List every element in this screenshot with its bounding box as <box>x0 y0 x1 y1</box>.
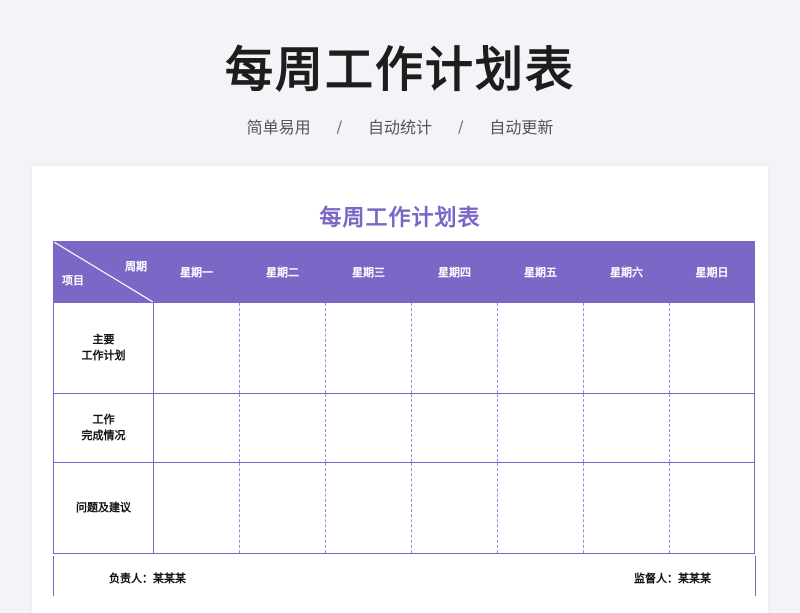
day-header: 星期日 <box>669 241 755 303</box>
signature-footer: 负责人：某某某 监督人：某某某 <box>53 556 756 596</box>
responsible-person: 负责人：某某某 <box>109 572 186 585</box>
day-header: 星期五 <box>497 241 584 303</box>
row-label-line: 问题及建议 <box>76 501 131 514</box>
issues-cell[interactable] <box>583 462 670 554</box>
plan-cell[interactable] <box>669 302 755 394</box>
tag-auto-update: 自动更新 <box>489 118 554 137</box>
day-header: 星期四 <box>411 241 498 303</box>
completion-cell[interactable] <box>153 393 240 463</box>
row-label-line: 工作 <box>92 413 115 426</box>
issues-cell[interactable] <box>411 462 498 554</box>
plan-cell[interactable] <box>153 302 240 394</box>
row-label-line: 工作计划 <box>81 349 126 362</box>
row-label-completion: 工作 完成情况 <box>53 393 154 463</box>
tag-auto-stats: 自动统计 <box>367 118 432 137</box>
table-row: 问题及建议 <box>53 462 755 554</box>
issues-cell[interactable] <box>239 462 326 554</box>
table-row: 工作 完成情况 <box>53 393 755 463</box>
plan-cell[interactable] <box>583 302 670 394</box>
plan-cell[interactable] <box>497 302 584 394</box>
sheet-title: 每周工作计划表 <box>319 206 481 231</box>
row-label-issues: 问题及建议 <box>53 462 154 554</box>
supervisor: 监督人：某某某 <box>634 572 711 585</box>
page-title: 每周工作计划表 <box>224 42 575 98</box>
table-row: 主要 工作计划 <box>53 302 755 394</box>
completion-cell[interactable] <box>497 393 584 463</box>
day-header: 星期二 <box>239 241 326 303</box>
tag-easy: 简单易用 <box>246 118 311 137</box>
issues-cell[interactable] <box>325 462 412 554</box>
tagline: 简单易用 / 自动统计 / 自动更新 <box>0 114 800 138</box>
tag-separator: / <box>336 116 342 136</box>
day-header: 星期六 <box>583 241 670 303</box>
plan-cell[interactable] <box>239 302 326 394</box>
issues-cell[interactable] <box>497 462 584 554</box>
row-label-line: 主要 <box>92 333 115 346</box>
corner-label-period: 周期 <box>125 260 147 273</box>
completion-cell[interactable] <box>411 393 498 463</box>
row-label-line: 完成情况 <box>81 429 126 442</box>
day-header: 星期一 <box>153 241 240 303</box>
issues-cell[interactable] <box>153 462 240 554</box>
completion-cell[interactable] <box>583 393 670 463</box>
completion-cell[interactable] <box>325 393 412 463</box>
row-label-main-plan: 主要 工作计划 <box>53 302 154 394</box>
plan-sheet: 每周工作计划表 周期 项目 星期一 星期二 星期三 星期四 星期五 星期六 星期… <box>32 166 768 613</box>
weekly-plan-table: 周期 项目 星期一 星期二 星期三 星期四 星期五 星期六 星期日 主要 工作计… <box>53 241 755 554</box>
completion-cell[interactable] <box>669 393 755 463</box>
day-header: 星期三 <box>325 241 412 303</box>
header-row: 周期 项目 星期一 星期二 星期三 星期四 星期五 星期六 星期日 <box>53 241 755 303</box>
plan-cell[interactable] <box>411 302 498 394</box>
corner-header: 周期 项目 <box>53 241 154 303</box>
completion-cell[interactable] <box>239 393 326 463</box>
corner-label-item: 项目 <box>62 274 84 287</box>
tag-separator: / <box>458 116 464 136</box>
issues-cell[interactable] <box>669 462 755 554</box>
plan-cell[interactable] <box>325 302 412 394</box>
